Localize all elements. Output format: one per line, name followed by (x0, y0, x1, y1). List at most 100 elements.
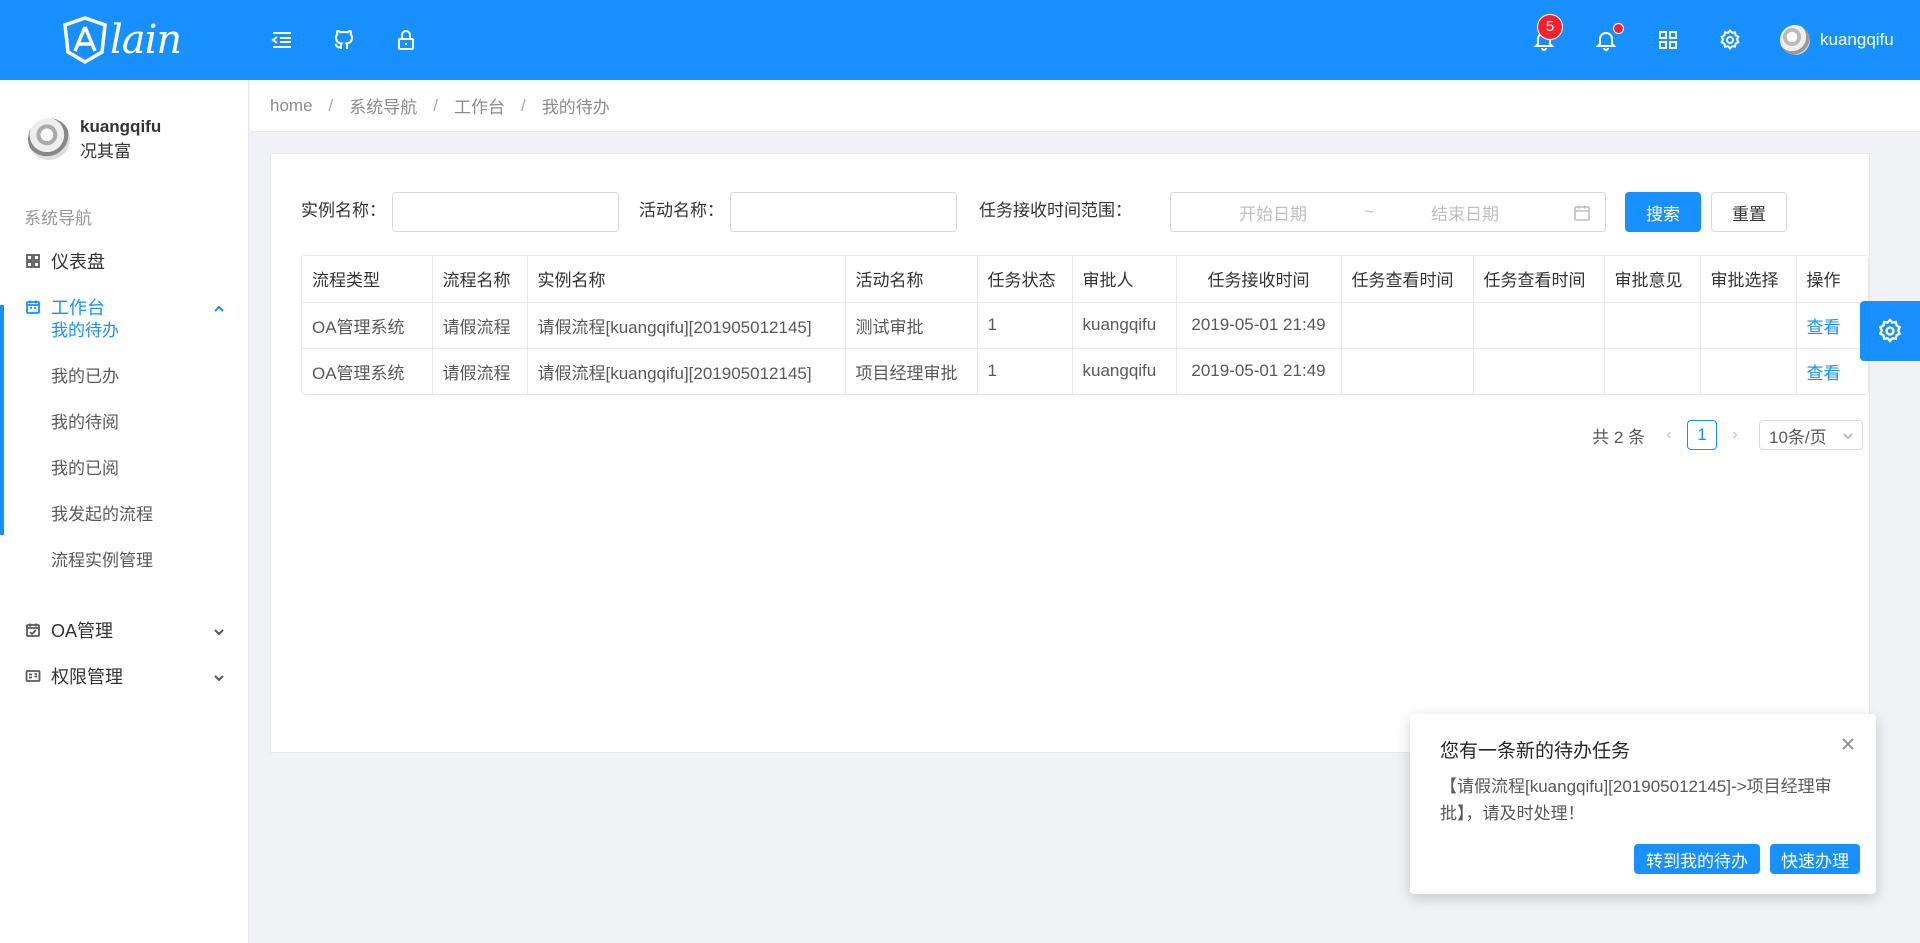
table-row: OA管理系统 请假流程 请假流程[kuangqifu][201905012145… (302, 302, 1868, 349)
breadcrumb-current: 我的待办 (541, 98, 610, 117)
column-header: 任务接收时间 (1176, 256, 1342, 303)
user-avatar (1780, 25, 1810, 55)
table-row: OA管理系统 请假流程 请假流程[kuangqifu][201905012145… (302, 348, 1868, 394)
nav-group-title: 系统导航 (24, 209, 92, 228)
sidebar-item-label: 仪表盘 (51, 252, 105, 272)
content-card: 实例名称： 活动名称： 任务接收时间范围： 开始日期 ~ 结束日期 搜索 重置 … (270, 153, 1870, 753)
table-cell (1473, 348, 1605, 394)
top-header: lain 5 kuangqifu (0, 0, 1920, 80)
table-cell: OA管理系统 (302, 302, 433, 349)
end-date-placeholder[interactable]: 结束日期 (1431, 200, 1499, 225)
submenu-item-my-todo[interactable]: 我的待办 (4, 305, 248, 351)
close-icon[interactable] (1840, 736, 1856, 752)
next-page-icon[interactable]: › (1723, 426, 1747, 444)
table-cell (1341, 348, 1474, 394)
date-range-picker[interactable]: 开始日期 ~ 结束日期 (1170, 192, 1606, 232)
range-separator: ~ (1364, 202, 1374, 221)
app-logo[interactable]: lain (62, 14, 182, 66)
column-header: 流程名称 (432, 256, 528, 303)
sidebar: kuangqifu 况其富 系统导航 仪表盘 工作台 我的待办 我的已办 我的待… (0, 80, 249, 943)
instance-name-input[interactable] (392, 192, 619, 232)
page-size-select[interactable]: 10条/页 (1759, 420, 1863, 450)
notification-title: 您有一条新的待办任务 (1440, 741, 1631, 762)
lock-icon[interactable] (392, 26, 420, 54)
search-button[interactable]: 搜索 (1625, 192, 1701, 232)
instance-name-label: 实例名称： (301, 201, 386, 220)
table-cell (1473, 302, 1605, 349)
chevron-down-icon (212, 669, 226, 683)
logo-text: lain (110, 17, 182, 63)
table-cell: 请假流程 (432, 348, 528, 394)
sidebar-item-label: OA管理 (51, 621, 114, 641)
github-icon[interactable] (330, 26, 358, 54)
table-cell (1700, 302, 1797, 349)
table-cell: 测试审批 (845, 302, 978, 349)
submenu-item-my-done[interactable]: 我的已办 (4, 351, 248, 397)
column-header: 审批意见 (1604, 256, 1701, 303)
sidebar-item-oa[interactable]: OA管理 (0, 607, 248, 653)
table-cell: 请假流程 (432, 302, 528, 349)
user-menu[interactable]: kuangqifu (1770, 24, 1894, 56)
table-cell: 1 (977, 302, 1073, 349)
quick-handle-button[interactable]: 快速办理 (1770, 844, 1860, 874)
sidebar-item-dashboard[interactable]: 仪表盘 (0, 238, 248, 284)
page-number-current[interactable]: 1 (1687, 420, 1717, 450)
notification-body: 【请假流程[kuangqifu][201905012145]->项目经理审批】，… (1440, 777, 1832, 823)
table-cell (1341, 302, 1474, 349)
column-header: 任务查看时间 (1473, 256, 1605, 303)
column-header: 任务查看时间 (1341, 256, 1474, 303)
table-cell: kuangqifu (1072, 302, 1177, 349)
submenu-item-instance-mgmt[interactable]: 流程实例管理 (4, 535, 248, 581)
prev-page-icon[interactable]: ‹ (1657, 426, 1681, 444)
notification-count-badge: 5 (1538, 15, 1562, 39)
pagination: 共 2 条 ‹ 1 › 10条/页 (1592, 419, 1863, 451)
search-form: 实例名称： 活动名称： 任务接收时间范围： 开始日期 ~ 结束日期 搜索 重置 (301, 190, 1841, 232)
chevron-down-icon (212, 623, 226, 637)
view-link[interactable]: 查看 (1796, 302, 1868, 349)
logo-mark-icon (63, 16, 107, 64)
workbench-submenu: 我的待办 我的已办 我的待阅 我的已阅 我发起的流程 流程实例管理 (0, 305, 248, 570)
table-cell: 请假流程[kuangqifu][201905012145] (527, 348, 846, 394)
page-size-value: 10条/页 (1769, 427, 1827, 447)
table-cell: kuangqifu (1072, 348, 1177, 394)
column-header: 活动名称 (845, 256, 978, 303)
submenu-item-my-to-read[interactable]: 我的待阅 (4, 397, 248, 443)
settings-gear-icon[interactable] (1716, 26, 1744, 54)
column-header: 审批人 (1072, 256, 1177, 303)
profile-avatar (28, 118, 70, 160)
goto-my-todo-button[interactable]: 转到我的待办 (1634, 844, 1760, 874)
calendar-icon (1573, 204, 1591, 222)
table-cell: 2019-05-01 21:49 (1176, 302, 1342, 349)
table-cell: 2019-05-01 21:49 (1176, 348, 1342, 394)
table-header-row: 流程类型 流程名称 实例名称 活动名称 任务状态 审批人 任务接收时间 任务查看… (302, 256, 1868, 303)
sidebar-item-permission[interactable]: 权限管理 (0, 653, 248, 699)
todo-notification: 您有一条新的待办任务 【请假流程[kuangqifu][201905012145… (1410, 714, 1876, 894)
theme-setting-button[interactable] (1860, 301, 1920, 361)
table-cell: OA管理系统 (302, 348, 433, 394)
sidebar-item-label: 权限管理 (51, 667, 123, 687)
pagination-total: 共 2 条 (1592, 427, 1645, 447)
reset-button[interactable]: 重置 (1711, 192, 1787, 232)
submenu-item-my-started[interactable]: 我发起的流程 (4, 489, 248, 535)
view-link[interactable]: 查看 (1796, 348, 1868, 394)
app-grid-icon[interactable] (1654, 26, 1682, 54)
header-username: kuangqifu (1820, 30, 1894, 49)
breadcrumb-home[interactable]: home (270, 96, 313, 116)
breadcrumb-workbench[interactable]: 工作台 (454, 93, 505, 118)
activity-name-label: 活动名称： (639, 201, 724, 220)
breadcrumb-nav[interactable]: 系统导航 (349, 93, 417, 118)
start-date-placeholder[interactable]: 开始日期 (1239, 200, 1307, 225)
column-header: 操作 (1796, 256, 1868, 303)
sidebar-profile[interactable]: kuangqifu 况其富 (28, 114, 161, 164)
chevron-down-icon (1843, 433, 1853, 440)
breadcrumb-separator: / (328, 95, 334, 115)
settings-gear-icon (1878, 318, 1902, 343)
idcard-icon (24, 667, 42, 685)
submenu-item-my-read[interactable]: 我的已阅 (4, 443, 248, 489)
column-header: 审批选择 (1700, 256, 1797, 303)
table-cell: 项目经理审批 (845, 348, 978, 394)
menu-fold-icon[interactable] (268, 26, 296, 54)
dashboard-icon (24, 252, 42, 270)
activity-name-input[interactable] (730, 192, 957, 232)
column-header: 流程类型 (302, 256, 433, 303)
